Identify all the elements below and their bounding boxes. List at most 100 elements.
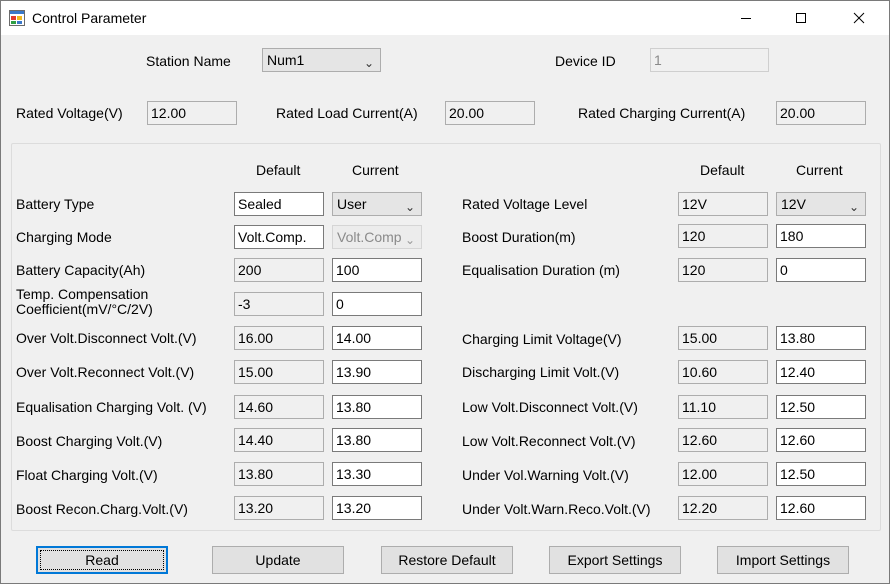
boost-duration-input[interactable]: 180 — [776, 224, 866, 248]
window-title: Control Parameter — [32, 10, 147, 26]
rated-charging-current-field: 20.00 — [776, 101, 866, 125]
battery-capacity-label: Battery Capacity(Ah) — [16, 262, 146, 278]
boost-duration-label: Boost Duration(m) — [462, 229, 576, 245]
under-volt-warn-reco-label: Under Volt.Warn.Reco.Volt.(V) — [462, 501, 651, 517]
equalisation-charging-volt-label: Equalisation Charging Volt. (V) — [16, 399, 207, 415]
control-parameter-window: Control Parameter Station Name Num1 ⌄ De… — [0, 0, 890, 584]
restore-default-button[interactable]: Restore Default — [381, 546, 513, 574]
battery-type-default: Sealed — [234, 192, 324, 216]
battery-capacity-default: 200 — [234, 258, 324, 282]
over-volt-reconnect-default: 15.00 — [234, 360, 324, 384]
temp-compensation-label-line2: Coefficient(mV/°C/2V) — [16, 301, 153, 317]
left-default-header: Default — [256, 162, 301, 178]
export-settings-button[interactable]: Export Settings — [549, 546, 681, 574]
rated-voltage-field: 12.00 — [147, 101, 237, 125]
temp-compensation-default: -3 — [234, 292, 324, 316]
battery-capacity-input[interactable]: 100 — [332, 258, 422, 282]
low-volt-disconnect-default: 11.10 — [678, 395, 768, 419]
boost-duration-default: 120 — [678, 224, 768, 248]
low-volt-reconnect-default: 12.60 — [678, 428, 768, 452]
over-volt-disconnect-label: Over Volt.Disconnect Volt.(V) — [16, 330, 197, 346]
equalisation-duration-label: Equalisation Duration (m) — [462, 262, 620, 278]
over-volt-disconnect-default: 16.00 — [234, 326, 324, 350]
chevron-down-icon: ⌄ — [404, 233, 415, 247]
float-charging-volt-input[interactable]: 13.30 — [332, 462, 422, 486]
right-current-header: Current — [796, 162, 843, 178]
minimize-button[interactable] — [723, 1, 769, 35]
maximize-icon — [796, 13, 806, 23]
station-name-label: Station Name — [146, 53, 231, 69]
under-vol-warning-default: 12.00 — [678, 462, 768, 486]
update-button[interactable]: Update — [212, 546, 344, 574]
close-icon — [853, 12, 865, 24]
minimize-icon — [741, 18, 751, 19]
app-window-icon — [9, 10, 25, 26]
update-button-label: Update — [255, 552, 301, 568]
import-settings-button[interactable]: Import Settings — [717, 546, 849, 574]
boost-charging-volt-input[interactable]: 13.80 — [332, 428, 422, 452]
close-button[interactable] — [836, 1, 882, 35]
discharging-limit-volt-input[interactable]: 12.40 — [776, 360, 866, 384]
charging-limit-voltage-default: 15.00 — [678, 326, 768, 350]
chevron-down-icon: ⌄ — [363, 56, 374, 70]
boost-recon-charg-volt-label: Boost Recon.Charg.Volt.(V) — [16, 501, 188, 517]
over-volt-disconnect-input[interactable]: 14.00 — [332, 326, 422, 350]
boost-recon-charg-volt-default: 13.20 — [234, 496, 324, 520]
rated-voltage-level-label: Rated Voltage Level — [462, 196, 588, 212]
device-id-field: 1 — [650, 48, 769, 72]
over-volt-reconnect-input[interactable]: 13.90 — [332, 360, 422, 384]
station-name-select[interactable]: Num1 ⌄ — [262, 48, 381, 72]
equalisation-charging-volt-input[interactable]: 13.80 — [332, 395, 422, 419]
chevron-down-icon: ⌄ — [404, 200, 415, 214]
float-charging-volt-default: 13.80 — [234, 462, 324, 486]
discharging-limit-volt-label: Discharging Limit Volt.(V) — [462, 364, 620, 380]
rated-voltage-label: Rated Voltage(V) — [16, 105, 123, 121]
charging-mode-default: Volt.Comp. — [234, 225, 324, 249]
battery-type-select[interactable]: User ⌄ — [332, 192, 422, 216]
under-vol-warning-input[interactable]: 12.50 — [776, 462, 866, 486]
read-button[interactable]: Read — [36, 546, 168, 574]
device-id-label: Device ID — [555, 53, 616, 69]
over-volt-reconnect-label: Over Volt.Reconnect Volt.(V) — [16, 364, 195, 380]
rated-load-current-field: 20.00 — [445, 101, 535, 125]
right-default-header: Default — [700, 162, 745, 178]
charging-mode-current: Volt.Comp — [337, 229, 402, 245]
low-volt-reconnect-label: Low Volt.Reconnect Volt.(V) — [462, 433, 636, 449]
boost-charging-volt-default: 14.40 — [234, 428, 324, 452]
under-volt-warn-reco-input[interactable]: 12.60 — [776, 496, 866, 520]
equalisation-duration-default: 120 — [678, 258, 768, 282]
rated-voltage-level-default: 12V — [678, 192, 768, 216]
rated-voltage-level-select[interactable]: 12V ⌄ — [776, 192, 866, 216]
under-vol-warning-label: Under Vol.Warning Volt.(V) — [462, 467, 629, 483]
left-current-header: Current — [352, 162, 399, 178]
title-bar[interactable]: Control Parameter — [1, 1, 889, 35]
rated-load-current-label: Rated Load Current(A) — [276, 105, 418, 121]
equalisation-charging-volt-default: 14.60 — [234, 395, 324, 419]
low-volt-disconnect-label: Low Volt.Disconnect Volt.(V) — [462, 399, 638, 415]
low-volt-disconnect-input[interactable]: 12.50 — [776, 395, 866, 419]
chevron-down-icon: ⌄ — [848, 200, 859, 214]
rated-charging-current-label: Rated Charging Current(A) — [578, 105, 746, 121]
charging-mode-select[interactable]: Volt.Comp ⌄ — [332, 225, 422, 249]
boost-charging-volt-label: Boost Charging Volt.(V) — [16, 433, 163, 449]
maximize-button[interactable] — [778, 1, 824, 35]
station-name-value: Num1 — [267, 52, 305, 68]
discharging-limit-volt-default: 10.60 — [678, 360, 768, 384]
rated-voltage-level-current: 12V — [781, 196, 806, 212]
temp-compensation-input[interactable]: 0 — [332, 292, 422, 316]
equalisation-duration-input[interactable]: 0 — [776, 258, 866, 282]
focus-ring — [40, 550, 164, 570]
battery-type-current: User — [337, 196, 367, 212]
restore-default-button-label: Restore Default — [398, 552, 496, 568]
import-settings-button-label: Import Settings — [735, 552, 831, 568]
low-volt-reconnect-input[interactable]: 12.60 — [776, 428, 866, 452]
boost-recon-charg-volt-input[interactable]: 13.20 — [332, 496, 422, 520]
battery-type-label: Battery Type — [16, 196, 95, 212]
temp-compensation-label: Temp. Compensation — [16, 286, 149, 302]
charging-mode-label: Charging Mode — [16, 229, 112, 245]
charging-limit-voltage-label: Charging Limit Voltage(V) — [462, 331, 622, 347]
under-volt-warn-reco-default: 12.20 — [678, 496, 768, 520]
float-charging-volt-label: Float Charging Volt.(V) — [16, 467, 158, 483]
export-settings-button-label: Export Settings — [567, 552, 663, 568]
charging-limit-voltage-input[interactable]: 13.80 — [776, 326, 866, 350]
